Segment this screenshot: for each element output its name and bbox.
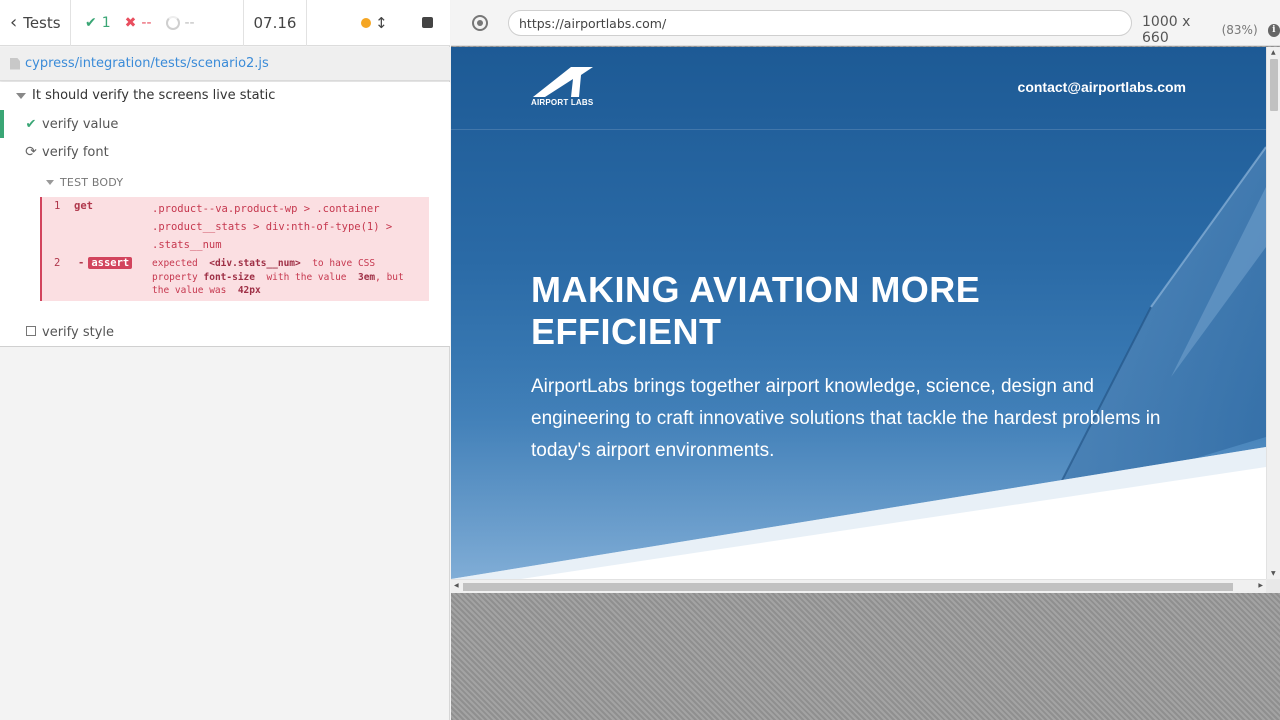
- site-nav: AIRPORT LABS contact@airportlabs.com: [451, 47, 1266, 130]
- refresh-icon: ⟳: [25, 144, 37, 160]
- test-label: verify font: [42, 144, 109, 160]
- url-text: https://airportlabs.com/: [519, 15, 667, 31]
- test-body-header[interactable]: TEST BODY: [46, 176, 123, 189]
- pending-count: --: [184, 14, 195, 31]
- command-number: 1: [54, 200, 61, 212]
- pending-ring-icon: [165, 15, 180, 30]
- stop-icon[interactable]: [421, 17, 433, 28]
- command-message: expected <div.stats__num> to have CSS pr…: [152, 257, 422, 298]
- failed-count: --: [141, 14, 152, 31]
- runnable-list: It should verify the screens live static…: [0, 82, 450, 347]
- app-under-test-frame: AIRPORT LABS contact@airportlabs.com MAK…: [451, 47, 1280, 593]
- info-icon[interactable]: i: [1267, 23, 1280, 37]
- selector-playground-crosshair-icon[interactable]: [472, 14, 488, 31]
- test-item-verify-font[interactable]: ⟳ verify font: [0, 138, 450, 166]
- reporter-header: ‹ Tests ✔ 1 ✖ -- -- 07.16 ↕: [0, 0, 450, 46]
- failed-stat[interactable]: ✖ --: [125, 15, 152, 31]
- test-item-verify-style[interactable]: verify style: [0, 318, 450, 346]
- pending-stat[interactable]: --: [165, 14, 195, 31]
- url-bar[interactable]: https://airportlabs.com/: [508, 10, 1132, 36]
- running-indicator-icon: [361, 17, 371, 28]
- caret-down-icon: [16, 92, 26, 99]
- airportlabs-logo-mark-icon: [533, 67, 593, 97]
- suite-title-text: It should verify the screens live static: [32, 88, 276, 103]
- test-body-label: TEST BODY: [60, 176, 124, 189]
- msg-selector: <div.stats__num>: [209, 258, 301, 269]
- pass-indicator: [0, 110, 4, 138]
- scrollbar-corner: [1266, 579, 1280, 593]
- scroll-up-icon[interactable]: ▲: [1271, 49, 1276, 56]
- aut-panel: https://airportlabs.com/ 1000 x 660 (83%…: [451, 0, 1280, 720]
- msg-with-value: with the value: [266, 271, 347, 283]
- msg-actual-value: 42px: [237, 285, 261, 296]
- check-icon: ✔: [25, 116, 37, 132]
- aut-header: https://airportlabs.com/ 1000 x 660 (83%…: [451, 0, 1280, 46]
- hero-section: AIRPORT LABS contact@airportlabs.com MAK…: [451, 47, 1266, 579]
- reporter-panel: ‹ Tests ✔ 1 ✖ -- -- 07.16 ↕ cypress/inte…: [0, 0, 450, 720]
- x-icon: ✖: [124, 14, 137, 31]
- check-icon: ✔: [85, 14, 97, 31]
- scroll-right-icon[interactable]: ▶: [1258, 582, 1263, 589]
- run-controls: ↕: [307, 0, 450, 46]
- back-to-tests-button[interactable]: ‹ Tests: [0, 0, 71, 46]
- command-dash: -: [78, 257, 85, 269]
- caret-down-icon: [46, 180, 54, 185]
- file-icon: [10, 57, 20, 70]
- msg-expected-value: 3em: [357, 271, 376, 283]
- msg-property: font-size: [203, 271, 255, 283]
- back-label: Tests: [23, 13, 61, 32]
- vertical-scroll-thumb[interactable]: [1270, 59, 1278, 111]
- scroll-left-icon[interactable]: ◀: [454, 582, 459, 589]
- scroll-down-icon[interactable]: ▼: [1271, 570, 1276, 577]
- viewport-zoom: (83%): [1221, 23, 1258, 37]
- airportlabs-logo[interactable]: AIRPORT LABS: [531, 65, 599, 113]
- spec-path-text: cypress/integration/tests/scenario2.js: [25, 56, 269, 71]
- test-stats: ✔ 1 ✖ -- --: [71, 0, 244, 46]
- hero-headline: MAKING AVIATION MORE EFFICIENT: [531, 269, 981, 352]
- logo-text: AIRPORT LABS: [531, 98, 594, 107]
- auto-scroll-toggle-icon[interactable]: ↕: [375, 14, 388, 32]
- command-name: get: [74, 200, 93, 212]
- horizontal-scroll-thumb[interactable]: [463, 583, 1233, 591]
- duration-value: 07.16: [253, 13, 297, 32]
- hero-subtext: AirportLabs brings together airport know…: [531, 376, 1161, 461]
- viewport-info[interactable]: 1000 x 660 (83%) i: [1142, 14, 1280, 46]
- duration: 07.16: [244, 0, 307, 46]
- test-label: verify style: [42, 324, 114, 340]
- horizontal-scrollbar[interactable]: ◀ ▶: [451, 579, 1266, 593]
- pending-box-icon: [24, 325, 38, 340]
- test-item-verify-value[interactable]: ✔ verify value: [0, 110, 450, 138]
- command-number: 2: [54, 257, 61, 269]
- chevron-left-icon: ‹: [10, 11, 18, 33]
- command-log: 1 get .product--va.product-wp > .contain…: [40, 197, 429, 301]
- command-message: .product--va.product-wp > .container .pr…: [152, 203, 393, 251]
- passed-count: 1: [101, 14, 111, 31]
- msg-expected: expected: [152, 258, 198, 269]
- spec-file-path[interactable]: cypress/integration/tests/scenario2.js: [0, 47, 450, 81]
- passed-stat[interactable]: ✔ 1: [85, 15, 111, 31]
- test-label: verify value: [42, 116, 119, 132]
- suite-title[interactable]: It should verify the screens live static: [16, 88, 275, 103]
- command-name: - assert: [78, 257, 133, 269]
- vertical-scrollbar[interactable]: ▲ ▼: [1266, 47, 1280, 579]
- assert-badge: assert: [88, 257, 133, 269]
- contact-email-link[interactable]: contact@airportlabs.com: [1018, 79, 1186, 95]
- viewport-size: 1000 x 660: [1142, 14, 1191, 46]
